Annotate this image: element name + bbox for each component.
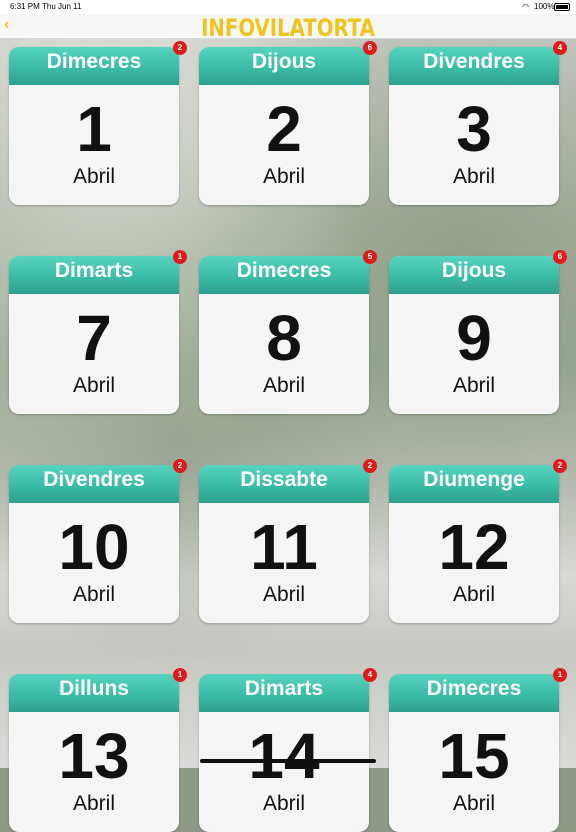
day-month: Abril	[452, 583, 495, 606]
day-number: 13	[58, 720, 130, 792]
event-count-badge: 2	[553, 459, 567, 473]
status-bar: 6:31 PM Thu Jun 11 ◠ 100%	[0, 0, 576, 14]
day-month: Abril	[262, 165, 305, 188]
battery-percentage: 100%	[534, 2, 555, 11]
day-card[interactable]: Dijous 2 Abril 6	[199, 41, 377, 205]
day-weekday: Diumenge	[389, 465, 559, 503]
day-card[interactable]: Dimarts 7 Abril 1	[9, 250, 187, 414]
event-count-badge: 5	[363, 250, 377, 264]
day-weekday: Dimecres	[389, 674, 559, 712]
day-weekday: Dimarts	[9, 256, 179, 294]
status-time: 6:31 PM	[10, 2, 40, 11]
day-number: 14	[248, 720, 320, 792]
day-month: Abril	[72, 374, 115, 397]
day-weekday: Dimarts	[199, 674, 369, 712]
day-month: Abril	[262, 374, 305, 397]
day-number: 15	[438, 720, 510, 792]
day-weekday: Dissabte	[199, 465, 369, 503]
battery-icon	[554, 3, 570, 11]
day-month: Abril	[262, 583, 305, 606]
day-card[interactable]: Dimarts 14 Abril 4	[199, 668, 377, 832]
day-weekday: Divendres	[389, 47, 559, 85]
day-number: 9	[456, 302, 492, 374]
day-month: Abril	[452, 165, 495, 188]
day-month: Abril	[72, 165, 115, 188]
day-number: 1	[76, 93, 112, 165]
event-count-badge: 1	[553, 668, 567, 682]
day-number: 7	[76, 302, 112, 374]
event-count-badge: 6	[553, 250, 567, 264]
day-number: 12	[438, 511, 510, 583]
day-weekday: Dimecres	[9, 47, 179, 85]
day-number: 3	[456, 93, 492, 165]
day-month: Abril	[72, 583, 115, 606]
event-count-badge: 2	[173, 41, 187, 55]
event-count-badge: 2	[363, 459, 377, 473]
day-card[interactable]: Divendres 10 Abril 2	[9, 459, 187, 623]
day-card[interactable]: Dimecres 8 Abril 5	[199, 250, 377, 414]
event-count-badge: 2	[173, 459, 187, 473]
day-card[interactable]: Dijous 9 Abril 6	[389, 250, 567, 414]
day-card[interactable]: Dimecres 15 Abril 1	[389, 668, 567, 832]
day-weekday: Dilluns	[9, 674, 179, 712]
day-card[interactable]: Dimecres 1 Abril 2	[9, 41, 187, 205]
day-month: Abril	[452, 374, 495, 397]
navigation-bar: ‹ INFOVILATORTA	[0, 14, 576, 42]
event-count-badge: 4	[363, 668, 377, 682]
status-date: Thu Jun 11	[42, 2, 82, 11]
app-title: INFOVILATORTA	[201, 14, 375, 42]
day-card[interactable]: Diumenge 12 Abril 2	[389, 459, 567, 623]
day-card[interactable]: Dissabte 11 Abril 2	[199, 459, 377, 623]
chevron-left-icon[interactable]: ‹	[4, 16, 9, 34]
home-indicator[interactable]	[200, 759, 376, 763]
day-weekday: Dijous	[199, 47, 369, 85]
day-month: Abril	[262, 792, 305, 815]
day-weekday: Dimecres	[199, 256, 369, 294]
day-card[interactable]: Dilluns 13 Abril 1	[9, 668, 187, 832]
day-month: Abril	[452, 792, 495, 815]
event-count-badge: 1	[173, 250, 187, 264]
day-number: 10	[58, 511, 130, 583]
day-weekday: Dijous	[389, 256, 559, 294]
day-month: Abril	[72, 792, 115, 815]
day-number: 2	[266, 93, 302, 165]
day-card[interactable]: Divendres 3 Abril 4	[389, 41, 567, 205]
day-weekday: Divendres	[9, 465, 179, 503]
day-number: 8	[266, 302, 302, 374]
wifi-icon: ◠	[522, 2, 529, 11]
event-count-badge: 6	[363, 41, 377, 55]
event-count-badge: 1	[173, 668, 187, 682]
day-number: 11	[250, 511, 318, 583]
event-count-badge: 4	[553, 41, 567, 55]
